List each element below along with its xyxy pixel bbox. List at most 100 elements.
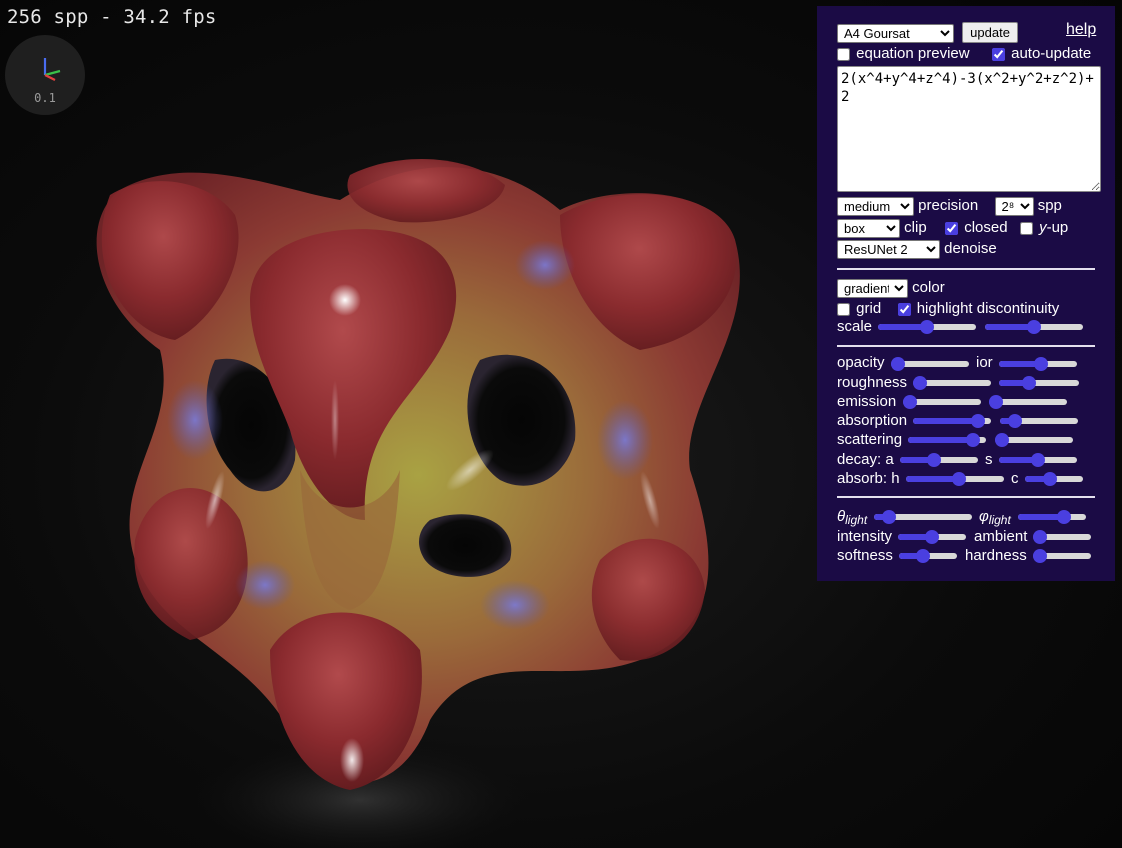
axis-gizmo[interactable]: 0.1 (5, 35, 85, 115)
grid-row: grid highlight discontinuity (837, 299, 1059, 319)
opacity-label: opacity (837, 354, 885, 371)
absorb-h-slider[interactable] (906, 472, 1004, 486)
ambient-slider[interactable] (1033, 530, 1091, 544)
slider-thumb[interactable] (1031, 453, 1045, 467)
grid-checkbox[interactable] (837, 302, 850, 316)
slider-thumb[interactable] (926, 453, 941, 467)
highlight-discontinuity-label: highlight discontinuity (916, 300, 1060, 318)
phi-light-slider[interactable] (1018, 510, 1086, 524)
slider-thumb[interactable] (995, 433, 1009, 447)
slider-thumb[interactable] (970, 414, 985, 428)
clip-row: box clip closed y-up (837, 218, 1068, 238)
hardness-label: hardness (965, 547, 1027, 564)
control-panel: A4 Goursat update help equation preview … (817, 6, 1115, 581)
slider-fill (913, 418, 978, 424)
y-up-checkbox[interactable] (1019, 221, 1033, 235)
roughness-slider[interactable] (913, 376, 991, 390)
slider-thumb[interactable] (913, 376, 927, 390)
slider-thumb[interactable] (1056, 510, 1071, 524)
scale-slider-2[interactable] (985, 320, 1083, 334)
theta-light-label: θlight (837, 508, 868, 527)
spp-select[interactable]: 2⁸ (994, 196, 1034, 216)
slider-thumb[interactable] (965, 433, 980, 447)
clip-label: clip (904, 219, 927, 236)
slider-thumb[interactable] (1027, 320, 1041, 334)
absorb-c-slider[interactable] (1025, 472, 1083, 486)
preset-select[interactable]: A4 Goursat (837, 23, 954, 43)
roughness-slider-2[interactable] (999, 376, 1079, 390)
color-row: gradient color (837, 278, 945, 298)
scattering-slider[interactable] (908, 433, 986, 447)
slider-thumb[interactable] (882, 510, 897, 524)
preview-row: equation preview auto-update (837, 44, 1091, 64)
slider-thumb[interactable] (1034, 357, 1049, 371)
slider-thumb[interactable] (1042, 472, 1057, 486)
decay-a-slider[interactable] (900, 453, 978, 467)
color-select[interactable]: gradient (837, 278, 908, 298)
absorption-label: absorption (837, 412, 908, 429)
preset-row: A4 Goursat update (837, 22, 1018, 43)
closed-label: closed (964, 219, 1008, 237)
color-label: color (912, 279, 945, 296)
phi-light-label: φlight (979, 508, 1011, 527)
closed-checkbox[interactable] (945, 221, 959, 235)
slider-fill (908, 437, 973, 443)
decay-s-slider[interactable] (999, 453, 1077, 467)
hardness-slider[interactable] (1033, 549, 1091, 563)
decay-a-label: decay: a (837, 451, 894, 468)
highlight-discontinuity-checkbox[interactable] (897, 302, 911, 316)
divider (837, 345, 1095, 347)
grid-label: grid (856, 300, 882, 318)
slider-thumb[interactable] (891, 357, 905, 371)
slider-thumb[interactable] (925, 530, 939, 544)
slider-thumb[interactable] (1022, 376, 1037, 390)
axis-scale-label: 0.1 (34, 91, 56, 105)
softness-label: softness (837, 547, 893, 564)
divider (837, 496, 1095, 498)
precision-row: medium precision 2⁸ spp (837, 196, 1062, 216)
help-link[interactable]: help (1066, 21, 1096, 39)
slider-thumb[interactable] (989, 395, 1003, 409)
ior-slider[interactable] (999, 357, 1077, 371)
update-button[interactable]: update (962, 22, 1018, 43)
equation-input[interactable] (837, 66, 1101, 192)
clip-select[interactable]: box (837, 218, 900, 238)
spp-label: spp (1037, 197, 1062, 214)
scattering-label: scattering (837, 431, 903, 448)
auto-update-checkbox[interactable] (991, 47, 1005, 61)
precision-select[interactable]: medium (837, 196, 914, 216)
scale-label: scale (837, 318, 873, 335)
ior-label: ior (976, 354, 993, 371)
emission-slider[interactable] (903, 395, 981, 409)
precision-label: precision (918, 197, 979, 214)
denoise-row: ResUNet 2 denoise (837, 239, 997, 259)
decay-s-label: s (985, 451, 993, 468)
roughness-label: roughness (837, 374, 908, 391)
denoise-select[interactable]: ResUNet 2 (837, 239, 940, 259)
theta-light-slider[interactable] (874, 510, 972, 524)
slider-thumb[interactable] (952, 472, 967, 486)
equation-preview-label: equation preview (856, 45, 970, 63)
denoise-label: denoise (944, 240, 997, 257)
scale-slider[interactable] (878, 320, 976, 334)
ambient-label: ambient (974, 528, 1028, 545)
scattering-slider-2[interactable] (995, 433, 1073, 447)
intensity-slider[interactable] (898, 530, 966, 544)
absorption-slider-2[interactable] (1000, 414, 1078, 428)
intensity-label: intensity (837, 528, 893, 545)
softness-slider[interactable] (899, 549, 957, 563)
render-stats: 256 spp - 34.2 fps (7, 6, 217, 28)
slider-thumb[interactable] (915, 549, 930, 563)
opacity-slider[interactable] (891, 357, 969, 371)
divider (837, 268, 1095, 270)
emission-slider-2[interactable] (989, 395, 1067, 409)
slider-thumb[interactable] (1007, 414, 1022, 428)
absorb-h-label: absorb: h (837, 470, 900, 487)
slider-thumb[interactable] (903, 395, 917, 409)
absorption-slider[interactable] (913, 414, 991, 428)
auto-update-label: auto-update (1011, 45, 1092, 63)
slider-thumb[interactable] (1033, 549, 1047, 563)
slider-thumb[interactable] (920, 320, 934, 334)
slider-thumb[interactable] (1033, 530, 1047, 544)
equation-preview-checkbox[interactable] (837, 47, 850, 61)
